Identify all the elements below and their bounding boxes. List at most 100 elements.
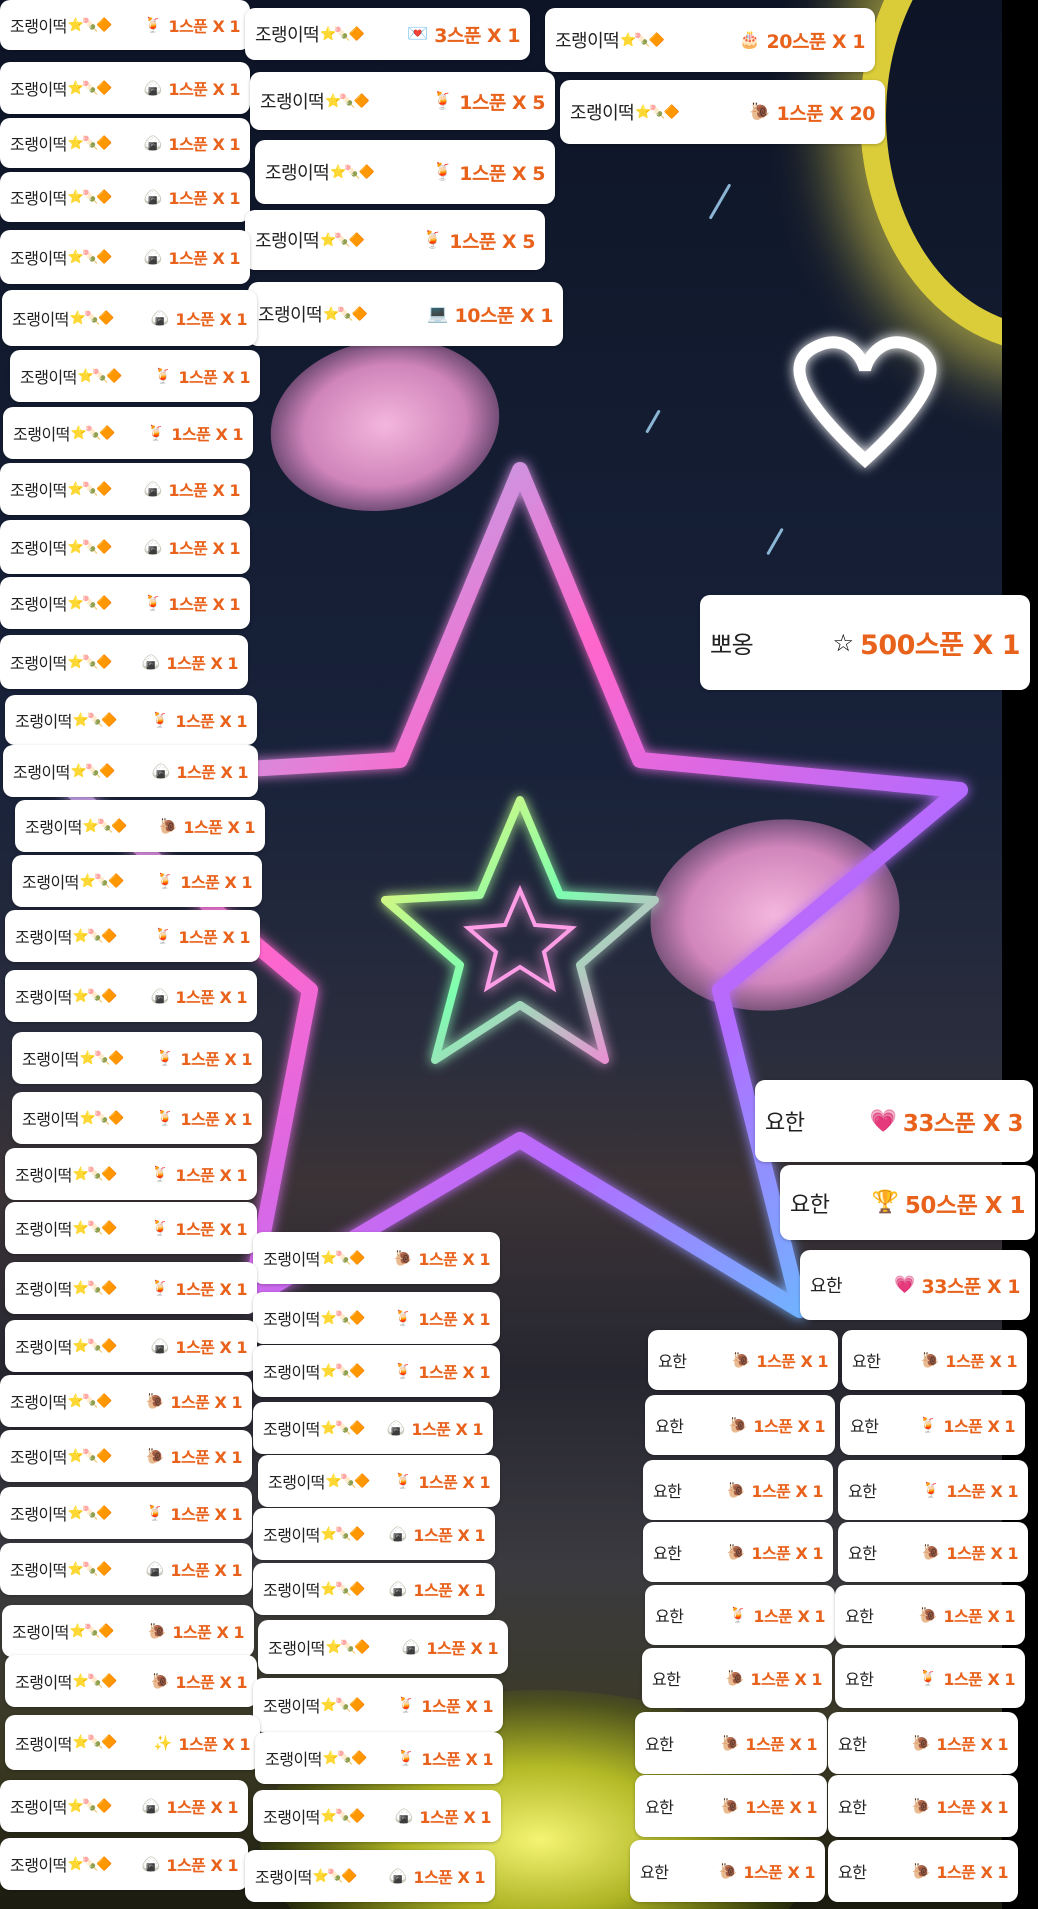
gift-notification-card: 조랭이떡 ⭐🍡🔶 🍙 1스푼 X 1 [0,520,250,574]
onigiri-icon: 🍙 [141,1797,161,1815]
juice-icon: 🍹 [155,872,175,890]
gift-info: 🍙 1스푼 X 1 [402,1635,499,1659]
gift-notification-card: 조랭이떡 ⭐🍡🔶 🍙 1스푼 X 1 [253,1508,495,1560]
gift-info: ☆ 500스푼 X 1 [832,623,1021,662]
gift-notification-card: 조랭이떡 ⭐🍡🔶 🍹 1스푼 X 1 [5,1148,257,1200]
gift-info: 🍙 1스푼 X 1 [143,535,241,559]
gift-info: 💻 10스푼 X 1 [427,301,553,328]
snail-icon: 🐌 [921,1543,941,1561]
gift-info: 🍙 1스푼 X 1 [142,650,239,674]
onigiri-icon: 🍙 [388,1525,408,1543]
gift-notification-card: 요한 🐌 1스푼 X 1 [648,1330,838,1390]
spoon-amount: 1스푼 X 20 [776,102,876,125]
sender-badge-emoji: ⭐🍡🔶 [67,1561,113,1577]
gift-notification-card: 조랭이떡 ⭐🍡🔶 🍹 1스푼 X 1 [3,407,253,459]
sender-name: 조랭이떡 [15,928,72,947]
sender-badge-emoji: ⭐🍡🔶 [320,1363,366,1379]
sender-name: 요한 [845,1607,874,1626]
sender-name: 요한 [645,1735,674,1754]
onigiri-icon: 🍙 [388,1580,408,1598]
spoon-amount: 1스푼 X 1 [171,425,243,444]
sender-name: 조랭이떡 [263,1420,320,1439]
spoon-amount: 1스푼 X 1 [170,1448,242,1467]
sender-badge-emoji: ⭐🍡🔶 [67,17,113,33]
spoon-amount: 1스푼 X 1 [168,17,240,36]
snail-icon: 🐌 [911,1862,931,1880]
spoon-amount: 1스푼 X 5 [449,230,535,253]
spoon-amount: 1스푼 X 1 [751,1544,823,1563]
gift-notification-card: 조랭이떡 ⭐🍡🔶 ✨ 1스푼 X 1 [5,1715,260,1770]
spoon-amount: 1스푼 X 1 [418,1250,490,1269]
sender-badge-emoji: ⭐🍡🔶 [322,1750,368,1766]
spoon-amount: 1스푼 X 1 [745,1798,817,1817]
gift-notification-card: 요한 🐌 1스푼 X 1 [643,1522,833,1582]
sender-name: 요한 [658,1352,687,1371]
spoon-amount: 1스푼 X 1 [413,1868,485,1887]
gift-notification-card: 조랭이떡 ⭐🍡🔶 🐌 1스푼 X 1 [2,1605,254,1657]
juice-icon: 🍹 [422,230,444,250]
sender-name: 조랭이떡 [263,1250,320,1269]
sender-badge-emoji: ⭐🍡🔶 [72,712,118,728]
gift-notification-card: 조랭이떡 ⭐🍡🔶 🐌 1스푼 X 1 [5,1655,257,1707]
gift-info: 🍙 1스푼 X 1 [144,76,241,100]
letter-icon: 💌 [407,24,429,44]
gift-info: 🐌 1스푼 X 1 [721,1794,818,1818]
gift-notification-card: 조랭이떡 ⭐🍡🔶 🎂 20스푼 X 1 [545,8,875,72]
snail-icon: 🐌 [731,1351,751,1369]
onigiri-icon: 🍙 [143,538,163,556]
sender-badge-emoji: ⭐🍡🔶 [72,988,118,1004]
snail-icon: 🐌 [749,102,771,122]
sender-badge-emoji: ⭐🍡🔶 [67,1393,113,1409]
juice-icon: 🍹 [728,1606,748,1624]
sender-name: 요한 [652,1670,681,1689]
gift-info: 🍙 1스푼 X 1 [142,1852,239,1876]
juice-icon: 🍹 [150,1219,170,1237]
gift-info: 🍙 1스푼 X 1 [388,1577,486,1601]
gift-info: 🍹 1스푼 X 1 [154,364,251,388]
sender-name: 조랭이떡 [22,873,79,892]
gift-info: 🍹 1스푼 X 5 [432,159,545,186]
sender-name: 조랭이떡 [10,481,67,500]
gift-info: 🍙 1스푼 X 1 [144,185,241,209]
sender-name: 조랭이떡 [10,17,67,36]
juice-icon: 🍹 [150,1279,170,1297]
sender-name: 조랭이떡 [10,189,67,208]
snail-icon: 🐌 [145,1447,165,1465]
sender-name: 조랭이떡 [268,1639,325,1658]
onigiri-icon: 🍙 [151,762,171,780]
spoon-amount: 3스푼 X 1 [434,24,520,47]
gift-info: 🍹 1스푼 X 1 [144,591,241,615]
sender-badge-emoji: ⭐🍡🔶 [312,1868,358,1884]
sender-name: 조랭이떡 [22,1050,79,1069]
gift-notification-card: 조랭이떡 ⭐🍡🔶 🍙 1스푼 X 1 [0,635,248,689]
juice-icon: 🍹 [396,1696,416,1714]
sender-name: 조랭이떡 [10,654,67,673]
gift-notification-card: 요한 🏆 50스푼 X 1 [780,1165,1035,1240]
spoon-amount: 1스푼 X 1 [166,654,238,673]
sender-name: 조랭이떡 [10,249,67,268]
gift-notification-card: 조랭이떡 ⭐🍡🔶 🍹 1스푼 X 1 [12,855,262,907]
sender-name: 조랭이떡 [12,310,69,329]
sender-name: 조랭이떡 [265,163,330,184]
spoon-amount: 1스푼 X 1 [750,1670,822,1689]
gift-info: 🍹 1스푼 X 1 [396,1693,494,1717]
gift-notification-card: 조랭이떡 ⭐🍡🔶 🍙 1스푼 X 1 [0,1780,248,1832]
snail-icon: 🐌 [393,1249,413,1267]
sender-name: 조랭이떡 [255,231,320,252]
gift-info: 🐌 1스푼 X 1 [912,1731,1009,1755]
sender-name: 요한 [655,1607,684,1626]
spoon-amount: 1스푼 X 1 [936,1798,1008,1817]
juice-icon: 🍹 [393,1472,413,1490]
sender-badge-emoji: ⭐🍡🔶 [635,104,680,120]
spoon-amount: 1스푼 X 1 [183,818,255,837]
spoon-amount: 1스푼 X 1 [168,539,240,558]
spoon-amount: 1스푼 X 1 [166,1856,238,1875]
gift-notification-card: 조랭이떡 ⭐🍡🔶 🍹 1스푼 X 1 [0,577,250,629]
spoon-amount: 1스푼 X 1 [170,1561,242,1580]
spoon-amount: 1스푼 X 1 [178,1734,250,1754]
star-icon: ☆ [832,628,855,657]
spoon-amount: 1스푼 X 1 [175,1338,247,1357]
spoon-amount: 10스푼 X 1 [454,304,554,327]
gift-info: 🐌 1스푼 X 1 [919,1603,1016,1627]
gift-notification-card: 요한 🐌 1스푼 X 1 [835,1585,1025,1645]
